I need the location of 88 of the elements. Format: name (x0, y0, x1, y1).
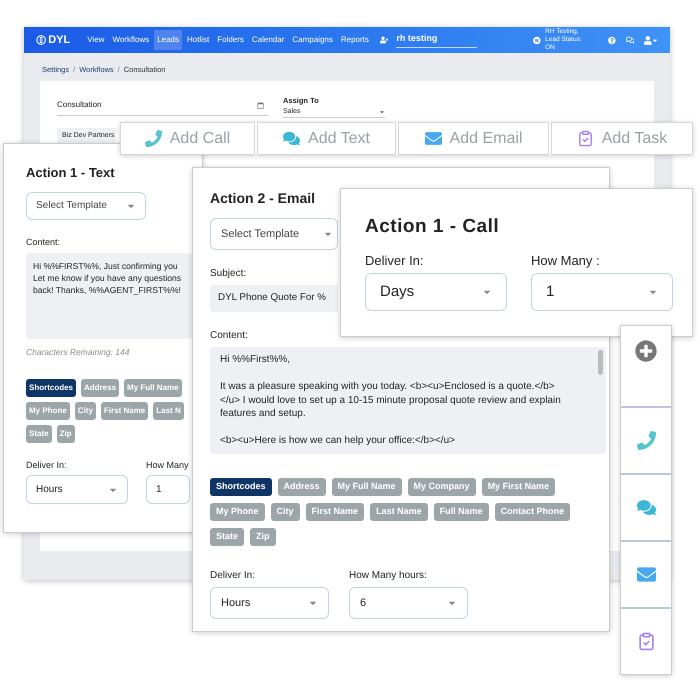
subject-label: Subject: (210, 267, 248, 281)
content-line: It was a pleasure speaking with you today. <b><u>Enclosed is a quote.</b> (220, 380, 554, 394)
user-icon[interactable] (644, 36, 652, 44)
clipboard-check-icon (576, 130, 594, 147)
shortcode-chip[interactable]: My Phone (26, 402, 70, 420)
caret-icon[interactable] (652, 36, 658, 44)
select-field[interactable]: Select Template (210, 218, 338, 250)
shortcode-chip[interactable]: City (74, 402, 96, 420)
content-label: Content: (210, 329, 249, 343)
shortcode-chip[interactable]: First Name (100, 402, 148, 420)
content-label: Content: (26, 236, 62, 248)
shortcode-chip[interactable]: Address (81, 378, 120, 397)
shortcode-chip[interactable]: First Name (306, 503, 364, 521)
content-line: features and setup. (220, 407, 306, 420)
content-line: </u> I would love to set up a 10-15 minute proposal quote review and explain (220, 394, 561, 407)
nav-link[interactable]: Workflows (109, 30, 152, 50)
chat-icon[interactable] (626, 35, 634, 45)
shortcode-chip[interactable]: Shortcodes (26, 378, 76, 397)
panel-title: Action 2 - Email (210, 189, 316, 208)
select-field[interactable]: Select Template (26, 192, 146, 220)
shortcode-chip[interactable]: My Full Name (332, 478, 402, 496)
panel-title: Action 1 - Call (365, 215, 500, 239)
add-action-button[interactable]: Add Email (398, 122, 549, 155)
shortcode-chip[interactable]: Address (278, 478, 326, 496)
nav-link[interactable]: Reports (338, 30, 372, 50)
content-line: back! Thanks, %%AGENT_FIRST%%! (33, 284, 181, 296)
phone-icon (636, 431, 656, 450)
shortcode-chip[interactable]: State (26, 424, 52, 443)
help-icon[interactable] (608, 36, 616, 44)
how-many-label: How Many hours: (349, 569, 428, 583)
content-line: Hi %%First%%, (220, 353, 290, 366)
select-field[interactable]: 1 (146, 475, 190, 504)
add-action-button[interactable]: Add Call (120, 122, 255, 155)
shortcode-chip[interactable]: Last Name (370, 503, 428, 521)
content-textarea[interactable]: Hi %%FIRST%%, Just confirming you Let me know if you have any questions back! Thanks, %%AGENT_FIRST%%! (26, 253, 192, 339)
deliver-in-label: Deliver In: (26, 458, 68, 472)
shortcode-chip[interactable]: Contact Phone (494, 503, 570, 521)
nav-link[interactable]: Leads (154, 30, 182, 50)
select-field[interactable]: 1 (531, 273, 673, 311)
chat-icon (283, 130, 300, 147)
deliver-in-label: Deliver In: (365, 252, 425, 270)
how-many-label: How Many (146, 458, 190, 472)
how-many-label: How Many : (531, 252, 601, 270)
shortcode-chip[interactable]: Last N (153, 402, 184, 420)
chat-icon (636, 498, 656, 517)
panel-title: Action 1 - Text (26, 164, 116, 182)
shortcode-chip[interactable]: Shortcodes (210, 478, 272, 496)
pause-icon[interactable] (533, 36, 542, 44)
shortcode-chip[interactable]: City (270, 503, 300, 521)
select-field[interactable]: Days (365, 273, 507, 311)
select-field[interactable]: 6 (349, 587, 468, 619)
add-action-button[interactable]: Add Text (257, 122, 396, 155)
content-line: Let me know if you have any questions (33, 272, 182, 284)
workflow-name-field[interactable]: Consultation (57, 99, 268, 116)
add-icon (635, 340, 657, 362)
shortcode-chip[interactable]: Full Name (434, 503, 489, 521)
content-line: <b><u>Here is how we can help your office:</b></u> (220, 434, 455, 448)
add-user-icon[interactable] (380, 35, 388, 45)
logo-text: DYL (48, 32, 70, 48)
nav-link[interactable]: Calendar (248, 30, 288, 50)
search-field[interactable]: rh testing (396, 32, 478, 48)
nav-link[interactable]: Campaigns (289, 30, 336, 50)
mail-icon (424, 130, 442, 147)
field-icon (257, 102, 264, 109)
shortcode-chip[interactable]: My First Name (482, 478, 556, 496)
select-field[interactable]: Hours (210, 587, 329, 619)
shortcode-chip[interactable]: Zip (56, 424, 75, 443)
subject-field[interactable]: DYL Phone Quote For % (210, 285, 338, 312)
nav-link[interactable]: View (84, 30, 108, 50)
shortcode-chip[interactable]: State (210, 528, 244, 546)
scrollbar-thumb[interactable] (598, 350, 603, 375)
deliver-in-label: Deliver In: (210, 569, 256, 583)
nav-link[interactable]: Folders (214, 30, 247, 50)
characters-remaining: Characters Remaining: 144 (26, 346, 130, 359)
shortcode-chip[interactable]: Zip (250, 528, 276, 546)
nav-link[interactable]: Hotlist (184, 30, 212, 50)
clipboard-check-icon (636, 632, 656, 651)
shortcode-chip[interactable]: My Company (408, 478, 476, 496)
content-textarea[interactable] (210, 347, 606, 454)
select-field[interactable]: Hours (26, 475, 128, 504)
caret-icon (379, 108, 385, 115)
shortcode-chip[interactable]: My Full Name (124, 378, 182, 397)
logo-icon (36, 34, 46, 46)
content-line: Hi %%FIRST%%, Just confirming you (33, 260, 178, 272)
phone-icon (144, 130, 162, 147)
shortcode-chip[interactable]: My Phone (210, 503, 265, 521)
add-action-button[interactable]: Add Task (551, 122, 693, 155)
mail-icon (636, 565, 656, 584)
